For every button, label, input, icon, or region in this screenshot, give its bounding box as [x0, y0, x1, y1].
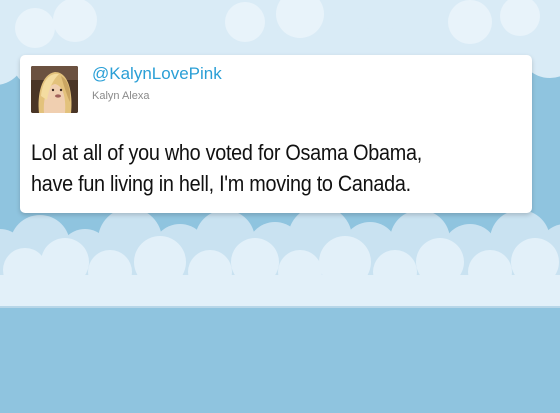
tweet-text-line: have fun living in hell, I'm moving to C… — [31, 171, 411, 196]
avatar[interactable] — [31, 66, 78, 113]
profile-photo-icon — [31, 66, 78, 113]
tweet-handle[interactable]: @KalynLovePink — [92, 64, 222, 84]
tweet-text-line: Lol at all of you who voted for Osama Ob… — [31, 140, 422, 165]
page: { "tweet": { "handle": "@KalynLovePink",… — [0, 0, 560, 413]
tweet-text: Lol at all of you who voted for Osama Ob… — [31, 137, 474, 199]
tweet-card: @KalynLovePink Kalyn Alexa Lol at all of… — [20, 55, 532, 213]
tweet-display-name: Kalyn Alexa — [92, 90, 150, 102]
